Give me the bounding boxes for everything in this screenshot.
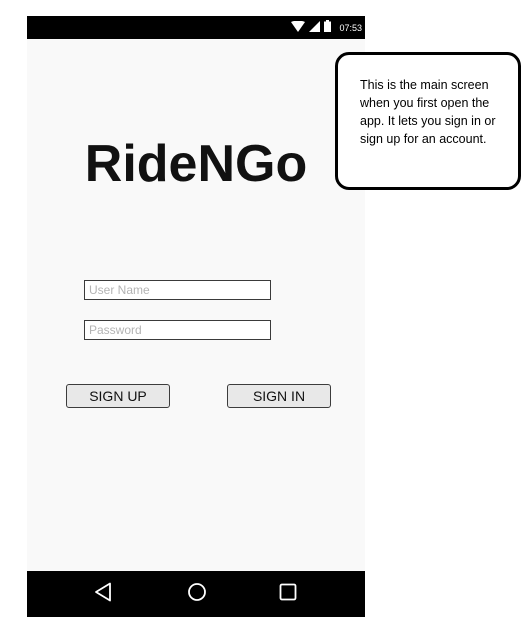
- wifi-icon: [291, 19, 306, 37]
- battery-icon: [324, 19, 332, 37]
- back-icon: [94, 582, 112, 607]
- phone-screen: 07:53 RideNGo SIGN UP SIGN IN: [27, 16, 365, 617]
- sign-up-button[interactable]: SIGN UP: [66, 384, 170, 408]
- recents-button[interactable]: [265, 571, 311, 617]
- sign-in-button[interactable]: SIGN IN: [227, 384, 331, 408]
- annotation-callout: This is the main screen when you first o…: [335, 52, 521, 190]
- username-input[interactable]: [84, 280, 271, 300]
- app-title: RideNGo: [84, 135, 308, 193]
- recents-icon: [279, 583, 297, 606]
- navigation-bar: [27, 571, 365, 617]
- signal-icon: [309, 19, 321, 37]
- status-bar: 07:53: [27, 16, 365, 39]
- status-time: 07:53: [339, 22, 362, 33]
- home-icon: [187, 582, 207, 607]
- back-button[interactable]: [80, 571, 126, 617]
- home-button[interactable]: [174, 571, 220, 617]
- annotation-text: This is the main screen when you first o…: [360, 78, 496, 146]
- password-input[interactable]: [84, 320, 271, 340]
- status-icons: 07:53: [291, 16, 362, 39]
